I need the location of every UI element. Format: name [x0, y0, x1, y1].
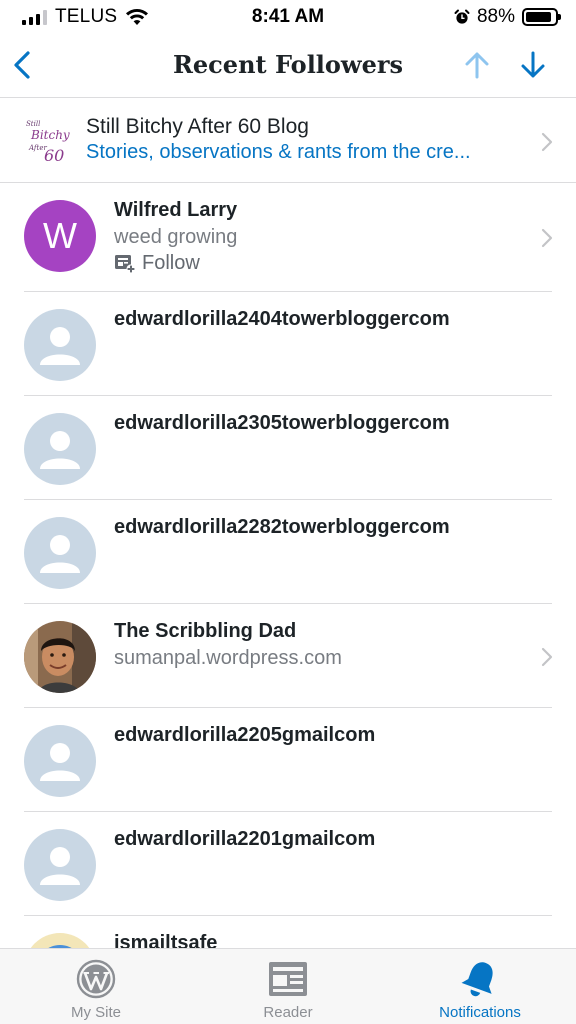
default-avatar-icon — [24, 829, 96, 901]
tab-label: Reader — [263, 1004, 313, 1021]
blog-description: Stories, observations & rants from the c… — [86, 141, 471, 163]
chevron-right-icon — [541, 228, 553, 248]
tab-notifications[interactable]: Notifications — [384, 949, 576, 1024]
blog-name: Still Bitchy After 60 Blog — [86, 115, 309, 138]
follower-row[interactable]: The Scribbling Dad sumanpal.wordpress.co… — [0, 604, 576, 708]
tab-label: My Site — [70, 1004, 121, 1021]
blog-logo: Still Bitchy After 60 — [26, 120, 70, 165]
follower-row[interactable]: edwardlorilla2201gmailcom — [0, 812, 576, 916]
battery-fill — [526, 12, 551, 22]
navigation-bar: Recent Followers — [0, 34, 576, 98]
follower-name: edwardlorilla2205gmailcom — [114, 724, 376, 746]
logo-line-1: Still — [26, 120, 40, 128]
follower-name: ismailtsafe — [114, 932, 218, 948]
logo-line-4: 60 — [44, 146, 64, 165]
followers-list[interactable]: Still Bitchy After 60 Still Bitchy After… — [0, 99, 576, 948]
follower-name: edwardlorilla2404towerbloggercom — [114, 308, 450, 330]
bell-icon — [461, 962, 493, 997]
reader-icon — [269, 962, 307, 996]
tab-my-site[interactable]: My Site — [0, 949, 192, 1024]
follower-name: edwardlorilla2282towerbloggercom — [114, 516, 450, 538]
logo-line-2: Bitchy — [30, 128, 70, 142]
status-bar: TELUS 8:41 AM 88% — [0, 0, 576, 34]
alarm-icon — [454, 9, 470, 24]
follower-subtitle: weed growing — [114, 226, 238, 248]
follower-subtitle: sumanpal.wordpress.com — [114, 647, 342, 669]
follow-label: Follow — [142, 252, 200, 274]
follower-name: edwardlorilla2305towerbloggercom — [114, 412, 450, 434]
wordpress-icon — [76, 959, 116, 999]
follower-row[interactable]: W Wilfred Larry weed growing Follow — [0, 183, 576, 292]
battery-icon — [522, 8, 561, 26]
blog-header[interactable]: Still Bitchy After 60 Still Bitchy After… — [0, 99, 576, 183]
avatar — [24, 621, 96, 693]
follower-name: Wilfred Larry — [114, 199, 238, 221]
follower-row[interactable]: edwardlorilla2404towerbloggercom — [0, 292, 576, 396]
avatar — [24, 933, 96, 948]
arrow-up-icon[interactable] — [462, 50, 492, 80]
follower-name: edwardlorilla2201gmailcom — [114, 828, 376, 850]
follower-row[interactable]: ismailtsafe — [0, 916, 576, 948]
follow-button[interactable]: Follow — [114, 252, 200, 275]
tab-reader[interactable]: Reader — [192, 949, 384, 1024]
default-avatar-icon — [24, 517, 96, 589]
arrow-down-icon[interactable] — [518, 50, 548, 80]
chevron-right-icon — [541, 132, 553, 152]
follower-row[interactable]: edwardlorilla2205gmailcom — [0, 708, 576, 812]
tab-label: Notifications — [439, 1004, 521, 1021]
default-avatar-icon — [24, 309, 96, 381]
battery-percent: 88% — [476, 6, 515, 27]
follower-row[interactable]: edwardlorilla2282towerbloggercom — [0, 500, 576, 604]
avatar: W — [24, 200, 96, 272]
default-avatar-icon — [24, 725, 96, 797]
reader-follow-icon — [115, 254, 136, 274]
chevron-right-icon — [541, 647, 553, 667]
default-avatar-icon — [24, 413, 96, 485]
status-right: 88% — [454, 6, 561, 28]
follower-row[interactable]: edwardlorilla2305towerbloggercom — [0, 396, 576, 500]
tab-bar: My Site Reader Notifications — [0, 948, 576, 1024]
follower-name: The Scribbling Dad — [114, 620, 297, 642]
